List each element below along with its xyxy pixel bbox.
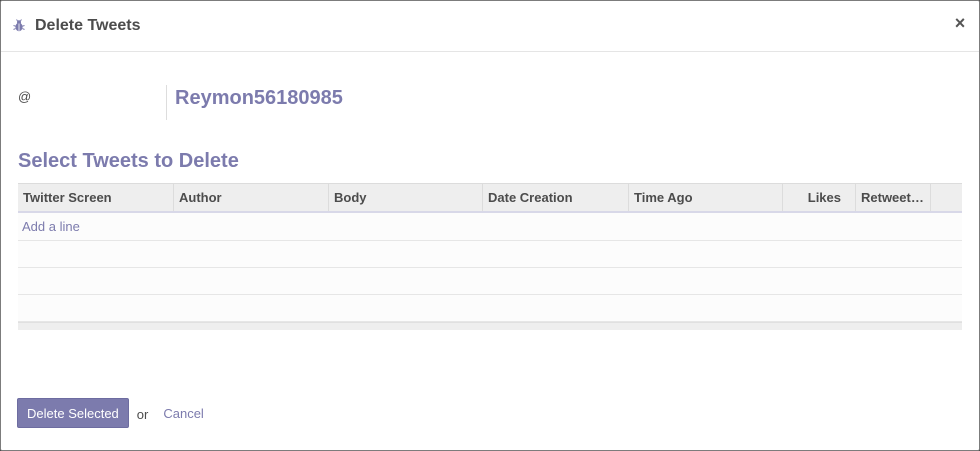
section-title: Select Tweets to Delete [18, 150, 239, 172]
field-divider [166, 85, 167, 120]
column-header-author[interactable]: Author [174, 184, 329, 211]
dialog-footer: Delete Selected or Cancel [17, 398, 204, 428]
column-header-time-ago[interactable]: Time Ago [629, 184, 783, 211]
bug-icon [13, 19, 25, 32]
or-separator: or [136, 407, 149, 422]
tweets-grid: Twitter Screen Author Body Date Creation… [18, 183, 962, 330]
delete-selected-button[interactable]: Delete Selected [17, 398, 129, 428]
add-line-link[interactable]: Add a line [18, 219, 80, 234]
cancel-link[interactable]: Cancel [163, 406, 203, 421]
column-header-retweets[interactable]: Retweet… [856, 184, 931, 211]
dialog-title: Delete Tweets [35, 17, 141, 34]
close-icon[interactable]: × [953, 13, 967, 33]
column-header-date-creation[interactable]: Date Creation [483, 184, 629, 211]
column-header-twitter-screen[interactable]: Twitter Screen [18, 184, 174, 211]
empty-row [18, 295, 962, 322]
dialog-header: Delete Tweets × [1, 1, 979, 52]
column-header-actions [931, 184, 962, 211]
grid-header: Twitter Screen Author Body Date Creation… [18, 183, 962, 213]
delete-tweets-dialog: Delete Tweets × @ Reymon56180985 Select … [0, 0, 980, 451]
grid-footer [18, 322, 962, 330]
screen-name-value: Reymon56180985 [175, 87, 343, 109]
screen-name-label: @ [18, 89, 32, 104]
empty-row [18, 268, 962, 295]
column-header-body[interactable]: Body [329, 184, 483, 211]
add-line-row: Add a line [18, 213, 962, 241]
empty-row [18, 241, 962, 268]
column-header-likes[interactable]: Likes [783, 184, 856, 211]
